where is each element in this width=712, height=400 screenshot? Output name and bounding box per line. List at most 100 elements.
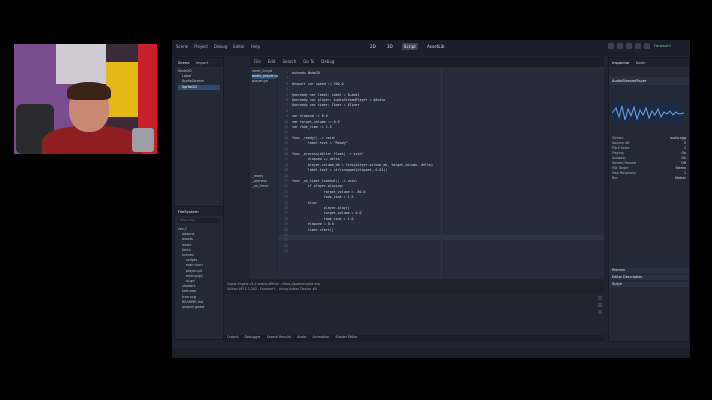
line-number: 11 (284, 125, 288, 129)
main-menu: Scene Project Debug Editor Help (176, 44, 260, 49)
tab-script[interactable]: Script (401, 43, 418, 50)
tab-2d[interactable]: 2D (368, 43, 378, 50)
code-line: func _process(delta: float) -> void: (292, 152, 364, 156)
copy-icon[interactable] (598, 303, 602, 307)
tab-debugger[interactable]: Debugger (244, 335, 260, 342)
tab-shader-editor[interactable]: Shader Editor (335, 335, 357, 342)
script-list: node_2d.gd audio_player.gd player.gd _re… (250, 67, 279, 279)
stop-icon[interactable] (626, 43, 632, 49)
tab-3d[interactable]: 3D (385, 43, 395, 50)
editor-menu: File Edit Search Go To Debug (254, 59, 334, 64)
editor-menu-search[interactable]: Search (282, 59, 296, 64)
clear-icon[interactable] (598, 310, 602, 314)
code-line: @export var speed := 200.0 (292, 81, 344, 86)
line-number: 2 (286, 76, 288, 81)
filesystem-dock: FileSystem Filter Files res://addons asse… (174, 206, 224, 340)
tab-audio[interactable]: Audio (297, 335, 306, 342)
tab-import[interactable]: Import (196, 60, 209, 65)
code-line: label.text = "Ready" (292, 141, 348, 146)
inspector-property-row[interactable]: Bus Master (609, 176, 689, 181)
editor-menu-goto[interactable]: Go To (303, 59, 314, 64)
output-panel: Godot Engine v4.2.stable.official - http… (224, 280, 604, 294)
tab-node[interactable]: Node (636, 60, 646, 65)
code-line: func _ready() -> void: (292, 135, 336, 140)
editor-menu-edit[interactable]: Edit (268, 59, 276, 64)
code-line: elapsed += delta (292, 157, 340, 162)
scene-tree-item[interactable]: Sprite2D (178, 84, 220, 90)
tab-animation[interactable]: Animation (312, 335, 329, 342)
play-controls (608, 43, 650, 49)
filter-icon[interactable] (598, 296, 602, 300)
code-line: target_volume = -80.0 (292, 189, 366, 194)
code-line: player.volume_db = lerp(player.volume_db… (292, 162, 433, 167)
workspace-switcher: 2D 3D Script AssetLib (368, 43, 447, 50)
line-number: 17 (284, 157, 288, 162)
line-number: 20 (284, 173, 288, 178)
filesystem-item[interactable]: project.godot (178, 305, 220, 310)
line-number: 24 (284, 195, 288, 200)
line-number: 31 (284, 233, 288, 237)
waveform-graphic (612, 102, 684, 124)
section-editor-description[interactable]: Editor Description (609, 275, 689, 280)
line-number: 18 (284, 162, 288, 167)
code-line: timer.start() (292, 227, 334, 232)
line-number: 9 (286, 114, 288, 119)
line-number: 23 (284, 189, 288, 194)
section-script[interactable]: Script (609, 282, 689, 287)
play-scene-icon[interactable] (635, 43, 641, 49)
inspector-dock: Inspector Node AudioStreamPlayer Stream a… (608, 57, 690, 342)
line-number: 25 (284, 200, 288, 205)
output-line: Godot Engine v4.2.stable.official - http… (227, 282, 320, 286)
code-line: @onready var timer: Timer = $Timer (292, 103, 360, 108)
tab-scene[interactable]: Scene (178, 60, 190, 65)
code-line: @onready var player: AudioStreamPlayer =… (292, 98, 386, 102)
method-list-item[interactable]: _on_timer (252, 184, 275, 189)
editor-menu-file[interactable]: File (254, 59, 261, 64)
pause-icon[interactable] (617, 43, 623, 49)
editor-window: Scene Project Debug Editor Help 2D 3D Sc… (172, 40, 690, 358)
editor-menu-debug[interactable]: Debug (321, 59, 334, 64)
code-area[interactable]: 1 extends Node2D 2 3 @export var speed := 20… (278, 67, 604, 279)
line-number: 14 (284, 141, 288, 146)
line-number: 34 (284, 249, 288, 254)
tab-inspector[interactable]: Inspector (612, 60, 630, 65)
bottom-tabs: Output Debugger Search Results Audio Ani… (224, 335, 604, 342)
line-number: 33 (284, 243, 288, 248)
webcam-overlay (14, 44, 157, 154)
play-icon[interactable] (608, 43, 614, 49)
menu-debug[interactable]: Debug (214, 44, 227, 49)
line-number: 28 (284, 216, 288, 221)
code-line: func _on_timer_timeout() -> void: (292, 179, 358, 183)
line-number: 13 (284, 135, 288, 140)
line-number: 6 (286, 98, 288, 102)
movie-icon[interactable] (644, 43, 650, 49)
code-line: @onready var label: Label = $Label (292, 92, 360, 97)
filesystem-search[interactable]: Filter Files (178, 218, 220, 223)
line-number: 30 (284, 227, 288, 232)
line-number: 1 (286, 71, 288, 75)
property-value[interactable]: Master (675, 176, 686, 181)
line-number: 4 (286, 87, 288, 92)
script-editor: File Edit Search Go To Debug node_2d.gd … (250, 57, 604, 279)
line-number: 5 (286, 92, 288, 97)
line-number: 7 (286, 103, 288, 108)
menu-project[interactable]: Project (194, 44, 208, 49)
tab-search-results[interactable]: Search Results (267, 335, 291, 342)
code-line: fade_time = 1.5 (292, 195, 354, 200)
line-number: 3 (286, 81, 288, 86)
renderer-label[interactable]: Forward+ (654, 44, 671, 48)
menu-editor[interactable]: Editor (233, 44, 245, 49)
line-number: 16 (284, 152, 288, 156)
code-line: if player.playing: (292, 184, 344, 189)
code-line: fade_time = 1.0 (292, 216, 354, 221)
menu-help[interactable]: Help (251, 44, 260, 49)
inspector-node-name: AudioStreamPlayer (609, 77, 689, 85)
line-number: 26 (284, 206, 288, 210)
code-line: var fade_time := 1.5 (292, 125, 332, 129)
tab-output[interactable]: Output (227, 335, 238, 342)
tab-assetlib[interactable]: AssetLib (425, 43, 447, 50)
status-bar (172, 348, 690, 358)
code-line: label.text = str(snapped(elapsed, 0.01)) (292, 168, 388, 173)
menu-scene[interactable]: Scene (176, 44, 188, 49)
section-process[interactable]: Process (609, 268, 689, 273)
